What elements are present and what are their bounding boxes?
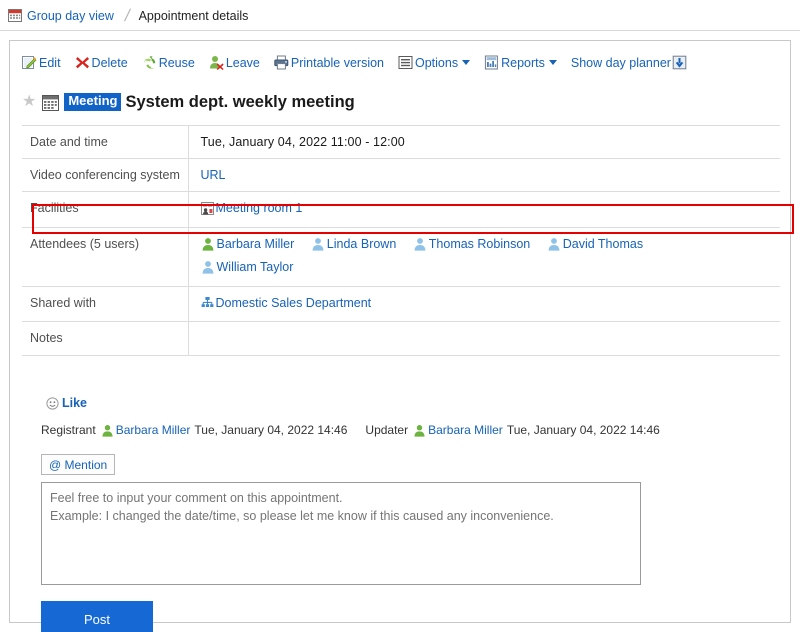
download-icon: [672, 55, 687, 70]
shared-with-item[interactable]: Domestic Sales Department: [201, 296, 372, 310]
appointment-card: Edit Delete Reuse Leave Printable versio…: [9, 40, 794, 632]
options-icon: [398, 55, 413, 70]
updater-time: Tue, January 04, 2022 14:46: [506, 423, 660, 437]
field-label-notes: Notes: [22, 321, 189, 356]
options-label: Options: [415, 55, 459, 70]
page-title: System dept. weekly meeting: [125, 92, 355, 111]
breadcrumb-parent-link[interactable]: Group day view: [27, 9, 114, 23]
user-icon-green: [413, 424, 426, 437]
reports-button[interactable]: Reports: [484, 55, 557, 70]
user-icon-blue: [413, 237, 427, 251]
show-day-planner-label: Show day planner: [570, 55, 671, 70]
attendee-name[interactable]: Barbara Miller: [217, 237, 295, 251]
user-icon-blue: [311, 237, 325, 251]
attendee-name[interactable]: Linda Brown: [327, 237, 397, 251]
user-icon-blue: [547, 237, 561, 251]
reuse-button[interactable]: Reuse: [142, 55, 195, 70]
user-icon-green: [101, 424, 114, 437]
mention-button[interactable]: @ Mention: [41, 454, 116, 475]
breadcrumb-current: Appointment details: [138, 8, 249, 23]
field-value-notes: [188, 321, 780, 356]
facility-item[interactable]: Meeting room 1: [200, 201, 303, 215]
calendar-icon: [42, 94, 60, 111]
delete-button[interactable]: Delete: [75, 55, 128, 70]
calendar-icon: [8, 9, 22, 22]
field-value-date-and-time: Tue, January 04, 2022 11:00 - 12:00: [200, 135, 405, 149]
appointment-details-table: Date and time Tue, January 04, 2022 11:0…: [22, 125, 780, 356]
edit-button[interactable]: Edit: [22, 55, 61, 70]
registrant-info: Registrant Barbara Miller Tue, January 0…: [41, 423, 347, 437]
field-label-date-and-time: Date and time: [22, 125, 189, 159]
delete-icon: [75, 55, 90, 70]
action-toolbar: Edit Delete Reuse Leave Printable versio…: [22, 55, 687, 70]
registrant-label: Registrant: [41, 423, 96, 437]
attendee-item[interactable]: David Thomas: [547, 237, 643, 251]
leave-icon: [209, 55, 224, 70]
table-row-date-and-time: Date and time Tue, January 04, 2022 11:0…: [22, 125, 780, 159]
leave-label: Leave: [225, 55, 260, 70]
printable-version-button[interactable]: Printable version: [274, 55, 384, 70]
breadcrumb: Group day view / Appointment details: [0, 0, 800, 31]
attendee-item[interactable]: Linda Brown: [311, 237, 397, 251]
field-label-attendees: Attendees (5 users): [22, 226, 189, 287]
field-label-facilities: Facilities: [22, 191, 189, 228]
reuse-label: Reuse: [158, 55, 195, 70]
mention-label: @ Mention: [49, 457, 108, 472]
video-conferencing-url-link[interactable]: URL: [201, 168, 226, 182]
field-label-shared-with: Shared with: [22, 285, 189, 322]
user-icon-blue: [201, 260, 215, 274]
smiley-icon: [46, 396, 59, 410]
reuse-icon: [142, 55, 157, 70]
edit-label: Edit: [39, 55, 61, 70]
updater-name[interactable]: Barbara Miller: [428, 423, 503, 437]
org-chart-icon: [201, 296, 214, 309]
show-day-planner-button[interactable]: Show day planner: [571, 55, 687, 70]
facility-name[interactable]: Meeting room 1: [216, 201, 303, 215]
table-row-notes: Notes: [22, 321, 780, 356]
breadcrumb-separator: /: [122, 6, 132, 25]
printable-version-label: Printable version: [290, 55, 384, 70]
star-icon[interactable]: ★: [22, 94, 36, 110]
table-row-video-conferencing: Video conferencing system URL: [22, 158, 780, 192]
table-row-facilities: Facilities Meeting room 1: [22, 191, 780, 228]
attendee-item[interactable]: Barbara Miller: [201, 237, 295, 251]
user-icon-green: [201, 237, 215, 251]
attendee-name[interactable]: William Taylor: [217, 260, 294, 274]
chevron-down-icon: [548, 60, 557, 65]
breadcrumb-divider: [0, 30, 800, 31]
delete-label: Delete: [91, 55, 128, 70]
table-row-attendees: Attendees (5 users) Barbara Miller Linda…: [22, 226, 780, 287]
like-button[interactable]: Like: [46, 396, 87, 410]
table-row-shared-with: Shared with Domestic Sales Department: [22, 285, 780, 322]
post-button[interactable]: Post: [41, 601, 153, 632]
edit-icon: [22, 55, 37, 70]
options-button[interactable]: Options: [398, 55, 471, 70]
printer-icon: [274, 55, 289, 70]
appointment-title-row: ★ Meeting System dept. weekly meeting: [22, 89, 355, 115]
attendee-item[interactable]: Thomas Robinson: [413, 237, 530, 251]
attendee-name[interactable]: David Thomas: [563, 237, 643, 251]
registrant-name[interactable]: Barbara Miller: [116, 423, 191, 437]
appointment-type-badge: Meeting: [64, 93, 122, 111]
facility-icon: [200, 201, 214, 215]
reports-icon: [484, 55, 499, 70]
attendee-item[interactable]: William Taylor: [201, 260, 294, 274]
updater-label: Updater: [365, 423, 409, 437]
appointment-details-screen: Group day view / Appointment details Edi…: [0, 0, 800, 632]
registrant-time: Tue, January 04, 2022 14:46: [194, 423, 348, 437]
leave-button[interactable]: Leave: [209, 55, 260, 70]
field-label-video-conferencing: Video conferencing system: [22, 158, 189, 192]
chevron-down-icon: [462, 60, 471, 65]
like-label: Like: [62, 396, 88, 410]
reports-label: Reports: [501, 55, 545, 70]
comment-input[interactable]: [41, 482, 641, 585]
shared-with-name[interactable]: Domestic Sales Department: [216, 296, 372, 310]
attendee-name[interactable]: Thomas Robinson: [429, 237, 530, 251]
record-meta: Registrant Barbara Miller Tue, January 0…: [41, 423, 660, 437]
updater-info: Updater Barbara Miller Tue, January 04, …: [365, 423, 659, 437]
